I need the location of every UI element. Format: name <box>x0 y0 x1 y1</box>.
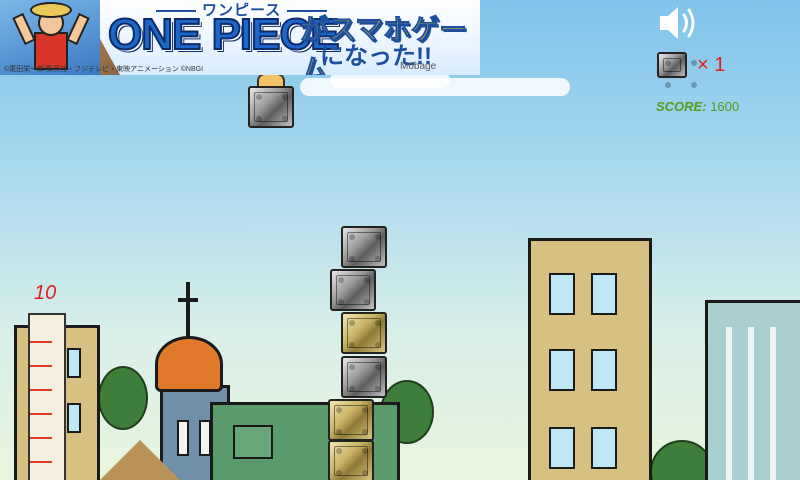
glass-stripe <box>748 327 754 480</box>
window <box>591 273 617 315</box>
building-glass <box>705 300 800 480</box>
stack-block <box>328 399 374 441</box>
game-scene[interactable]: 10 ワンピース ONE PIECE がスマホゲーム になった!! ©尾田栄一郎… <box>0 0 800 480</box>
ruler-tick <box>30 341 52 343</box>
ad-banner[interactable]: ワンピース ONE PIECE がスマホゲーム になった!! ©尾田栄一郎/集英… <box>0 0 480 75</box>
speaker-on-icon[interactable] <box>656 3 706 43</box>
ad-brand: Mobage <box>400 61 437 72</box>
ad-copyright: ©尾田栄一郎/集英社・フジテレビ・東映アニメーション ©NBGI <box>4 66 204 73</box>
stack-block <box>330 269 376 311</box>
window <box>591 427 617 469</box>
score-value: 1600 <box>710 99 740 114</box>
height-ruler <box>28 313 66 480</box>
score-label: SCORE: <box>656 99 707 114</box>
stack-block <box>341 312 387 354</box>
glass-stripe <box>770 327 776 480</box>
ruler-tick <box>30 389 52 391</box>
window <box>591 349 617 391</box>
church-cross <box>186 282 190 338</box>
church-dome <box>155 336 223 392</box>
block-icon <box>657 52 687 78</box>
stack-block <box>341 226 387 268</box>
ruler-tick <box>30 461 52 463</box>
ruler-tick <box>30 365 52 367</box>
ruler-tick <box>30 437 52 439</box>
lives-count: × 1 <box>697 54 726 76</box>
tree <box>98 366 148 430</box>
window <box>549 273 575 315</box>
church-cross-bar <box>178 298 198 302</box>
window <box>549 349 575 391</box>
window <box>549 427 575 469</box>
stack-block <box>328 440 374 480</box>
window <box>67 403 81 433</box>
held-block[interactable] <box>248 86 294 128</box>
window <box>177 420 189 456</box>
window <box>233 425 273 459</box>
stack-block <box>341 356 387 398</box>
glass-stripe <box>726 327 732 480</box>
height-ruler-label: 10 <box>34 282 57 304</box>
building-tall <box>528 238 652 480</box>
ruler-tick <box>30 413 52 415</box>
window <box>67 348 81 378</box>
score-display: SCORE: 1600 <box>656 99 739 114</box>
